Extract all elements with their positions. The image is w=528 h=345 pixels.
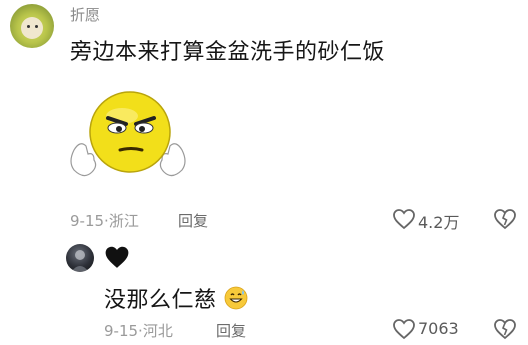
avatar-eye xyxy=(27,25,30,28)
angry-emoji-sticker xyxy=(64,88,194,188)
black-heart-icon xyxy=(105,246,129,268)
reply-text-body: 没那么仁慈 xyxy=(104,288,217,313)
comment-location: 浙江 xyxy=(108,212,139,230)
comment-text: 旁边本来打算金盆洗手的砂仁饭 xyxy=(70,40,386,65)
comment-username[interactable]: 折愿 xyxy=(70,4,100,25)
reply-meta: 9-15·河北 xyxy=(104,320,173,341)
broken-heart-outline-icon[interactable] xyxy=(493,208,517,230)
reply-date: 9-15 xyxy=(104,322,139,340)
grinning-sweat-emoji-icon xyxy=(224,286,248,310)
broken-heart-outline-icon[interactable] xyxy=(493,318,517,340)
heart-outline-icon[interactable] xyxy=(392,318,416,340)
avatar-eye xyxy=(35,25,38,28)
user-avatar[interactable] xyxy=(10,4,54,48)
reply-username[interactable] xyxy=(104,245,130,273)
like-count: 7063 xyxy=(418,319,459,338)
reply-location: 河北 xyxy=(142,322,173,340)
like-count: 4.2万 xyxy=(418,213,460,232)
comment-date: 9-15 xyxy=(70,212,105,230)
reply-user-avatar[interactable] xyxy=(66,244,94,272)
heart-outline-icon[interactable] xyxy=(392,208,416,230)
reply-button[interactable]: 回复 xyxy=(216,320,246,341)
reply-text: 没那么仁慈 xyxy=(104,282,248,314)
avatar-dog-face xyxy=(21,17,43,39)
reply-button[interactable]: 回复 xyxy=(178,210,208,231)
comment-meta: 9-15·浙江 xyxy=(70,210,139,231)
